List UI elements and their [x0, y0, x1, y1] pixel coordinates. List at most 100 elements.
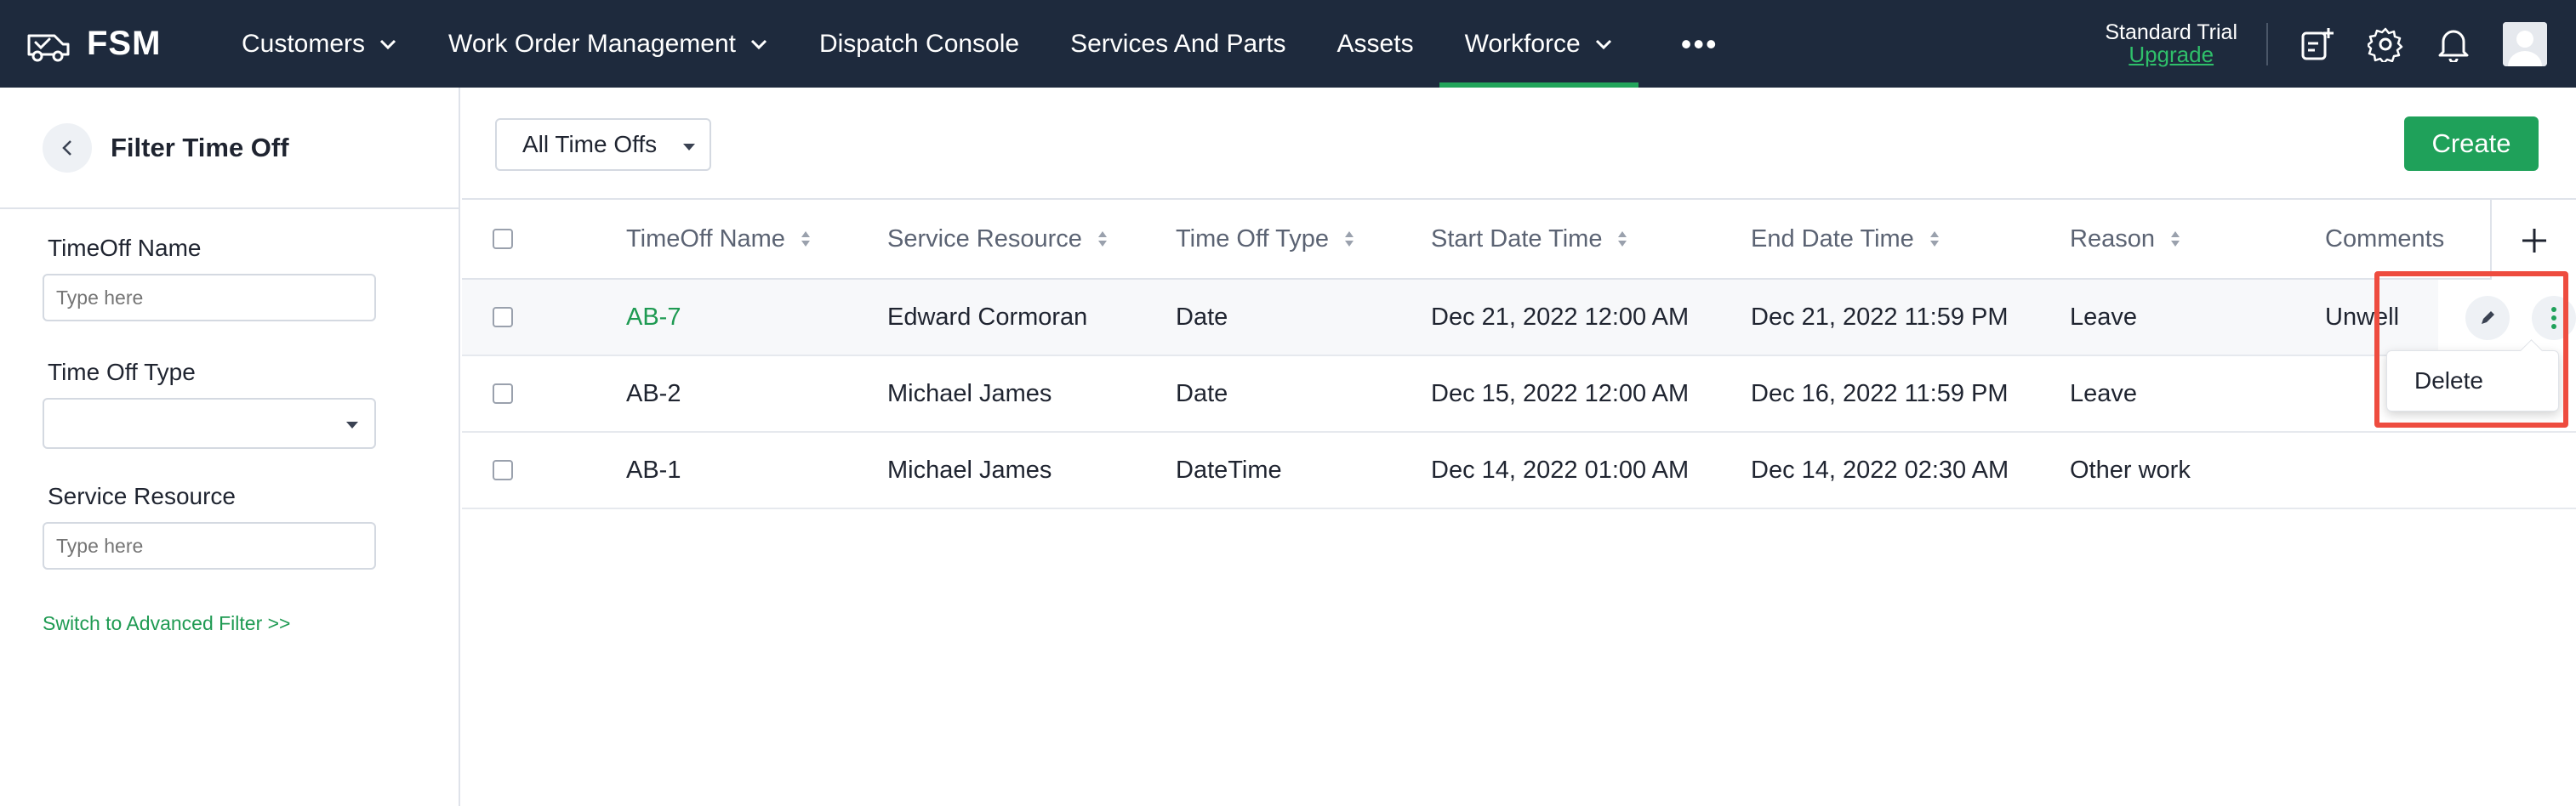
nav-item-assets[interactable]: Assets: [1312, 0, 1439, 88]
pencil-icon: [2482, 311, 2494, 324]
reason-cell: Leave: [2070, 303, 2138, 331]
sort-icon: [801, 231, 810, 247]
column-header-start-date-time[interactable]: Start Date Time: [1431, 200, 1627, 278]
service-resource-cell: Michael James: [887, 456, 1052, 484]
table-row[interactable]: AB-1 Michael James DateTime Dec 14, 2022…: [462, 433, 2576, 509]
sort-icon: [1618, 231, 1627, 247]
end-date-cell: Dec 14, 2022 02:30 AM: [1751, 456, 2009, 484]
view-selector[interactable]: All Time Offs: [495, 118, 711, 171]
caret-down-icon: [346, 422, 358, 429]
filter-sidebar: Filter Time Off TimeOff Name Time Off Ty…: [0, 88, 460, 806]
filter-body: TimeOff Name Time Off Type Service Resou…: [0, 209, 459, 635]
nav-item-dispatch-console[interactable]: Dispatch Console: [794, 0, 1045, 88]
vertical-dots-icon: [2551, 307, 2556, 329]
column-header-comments[interactable]: Comments: [2325, 200, 2444, 278]
plus-icon: [2522, 229, 2546, 253]
fsm-van-icon: [27, 34, 70, 61]
row-checkbox-cell: [493, 280, 513, 355]
main-content: All Time Offs Create TimeOff Name Servic…: [462, 88, 2576, 806]
upgrade-link[interactable]: Upgrade: [2105, 43, 2237, 66]
nav-menu: Customers Work Order Management Dispatch…: [216, 0, 1744, 88]
chevron-down-icon: [379, 39, 396, 49]
row-checkbox[interactable]: [493, 460, 513, 480]
chevron-down-icon: [1595, 39, 1611, 49]
select-all-checkbox[interactable]: [493, 229, 513, 249]
start-date-cell: Dec 15, 2022 12:00 AM: [1431, 379, 1690, 407]
nav-divider: [2266, 22, 2268, 65]
column-header-timeoff-name[interactable]: TimeOff Name: [626, 200, 811, 278]
timeoff-name-link[interactable]: AB-7: [626, 280, 681, 355]
row-checkbox[interactable]: [493, 307, 513, 327]
delete-menu-item[interactable]: Delete: [2414, 367, 2483, 394]
top-navigation: FSM Customers Work Order Management Disp…: [0, 0, 2576, 88]
column-header-label: Service Resource: [887, 224, 1082, 253]
user-avatar[interactable]: [2503, 21, 2547, 66]
end-date-cell: Dec 16, 2022 11:59 PM: [1751, 379, 2009, 407]
quick-create-icon[interactable]: [2299, 26, 2336, 63]
row-checkbox-cell: [493, 433, 513, 508]
timeoff-name-link[interactable]: AB-1: [626, 433, 681, 508]
column-header-label: TimeOff Name: [626, 224, 785, 253]
column-header-label: Reason: [2070, 224, 2155, 253]
view-selector-label: All Time Offs: [522, 131, 658, 157]
end-date-cell: Dec 21, 2022 11:59 PM: [1751, 303, 2009, 331]
caret-down-icon: [683, 144, 695, 150]
sidebar-title: Filter Time Off: [111, 132, 289, 162]
row-actions: [2438, 280, 2576, 356]
row-checkbox[interactable]: [493, 383, 513, 404]
service-resource-label: Service Resource: [48, 483, 236, 509]
row-checkbox-cell: [493, 356, 513, 431]
timeoff-name-label: TimeOff Name: [48, 235, 202, 261]
nav-item-work-order-management[interactable]: Work Order Management: [423, 0, 794, 88]
nav-item-workforce[interactable]: Workforce: [1439, 0, 1638, 88]
column-header-reason[interactable]: Reason: [2070, 200, 2180, 278]
reason-cell: Leave: [2070, 379, 2138, 407]
brand-name: FSM: [87, 25, 162, 62]
time-off-type-label: Time Off Type: [48, 359, 196, 385]
time-off-type-cell: Date: [1176, 303, 1228, 331]
sort-icon: [1097, 231, 1107, 247]
more-actions-button[interactable]: [2532, 296, 2576, 340]
list-toolbar: All Time Offs Create: [462, 88, 2576, 198]
column-header-time-off-type[interactable]: Time Off Type: [1176, 200, 1354, 278]
nav-item-label: Workforce: [1464, 29, 1581, 58]
more-menu-button[interactable]: •••: [1656, 28, 1744, 60]
nav-right: Standard Trial Upgrade: [2105, 0, 2576, 88]
nav-item-label: Work Order Management: [448, 29, 736, 58]
sidebar-header: Filter Time Off: [0, 88, 459, 209]
chevron-down-icon: [750, 39, 767, 49]
gear-icon[interactable]: [2367, 26, 2404, 63]
trial-info: Standard Trial Upgrade: [2105, 20, 2237, 67]
start-date-cell: Dec 14, 2022 01:00 AM: [1431, 456, 1690, 484]
column-header-service-resource[interactable]: Service Resource: [887, 200, 1108, 278]
nav-item-label: Dispatch Console: [818, 29, 1020, 58]
edit-button[interactable]: [2465, 296, 2510, 340]
service-resource-cell: Edward Cormoran: [887, 303, 1088, 331]
service-resource-cell: Michael James: [887, 379, 1052, 407]
column-header-label: Start Date Time: [1431, 224, 1603, 253]
bell-icon[interactable]: [2435, 26, 2472, 63]
nav-item-services-and-parts[interactable]: Services And Parts: [1045, 0, 1311, 88]
service-resource-input[interactable]: [43, 522, 376, 570]
nav-item-customers[interactable]: Customers: [216, 0, 423, 88]
create-button[interactable]: Create: [2404, 116, 2539, 171]
timeoff-name-link[interactable]: AB-2: [626, 356, 681, 431]
brand[interactable]: FSM: [26, 25, 179, 63]
row-actions-menu: Delete: [2386, 350, 2559, 412]
reason-cell: Other work: [2070, 456, 2191, 484]
back-button[interactable]: [43, 122, 92, 173]
time-off-type-cell: Date: [1176, 379, 1228, 407]
column-header-label: Comments: [2325, 224, 2445, 253]
advanced-filter-link[interactable]: Switch to Advanced Filter >>: [43, 612, 459, 635]
table-row[interactable]: AB-2 Michael James Date Dec 15, 2022 12:…: [462, 356, 2576, 433]
chevron-left-icon: [62, 139, 71, 156]
table-row[interactable]: AB-7 Edward Cormoran Date Dec 21, 2022 1…: [462, 280, 2576, 356]
timeoff-name-input[interactable]: [43, 274, 376, 321]
time-off-type-select[interactable]: [43, 398, 376, 449]
column-header-end-date-time[interactable]: End Date Time: [1751, 200, 1940, 278]
timeoff-table: TimeOff Name Service Resource Time Off T…: [462, 198, 2576, 509]
add-column-button[interactable]: [2490, 200, 2576, 281]
trial-label: Standard Trial: [2105, 20, 2237, 44]
nav-item-label: Customers: [242, 29, 366, 58]
select-all-cell: [493, 200, 513, 278]
